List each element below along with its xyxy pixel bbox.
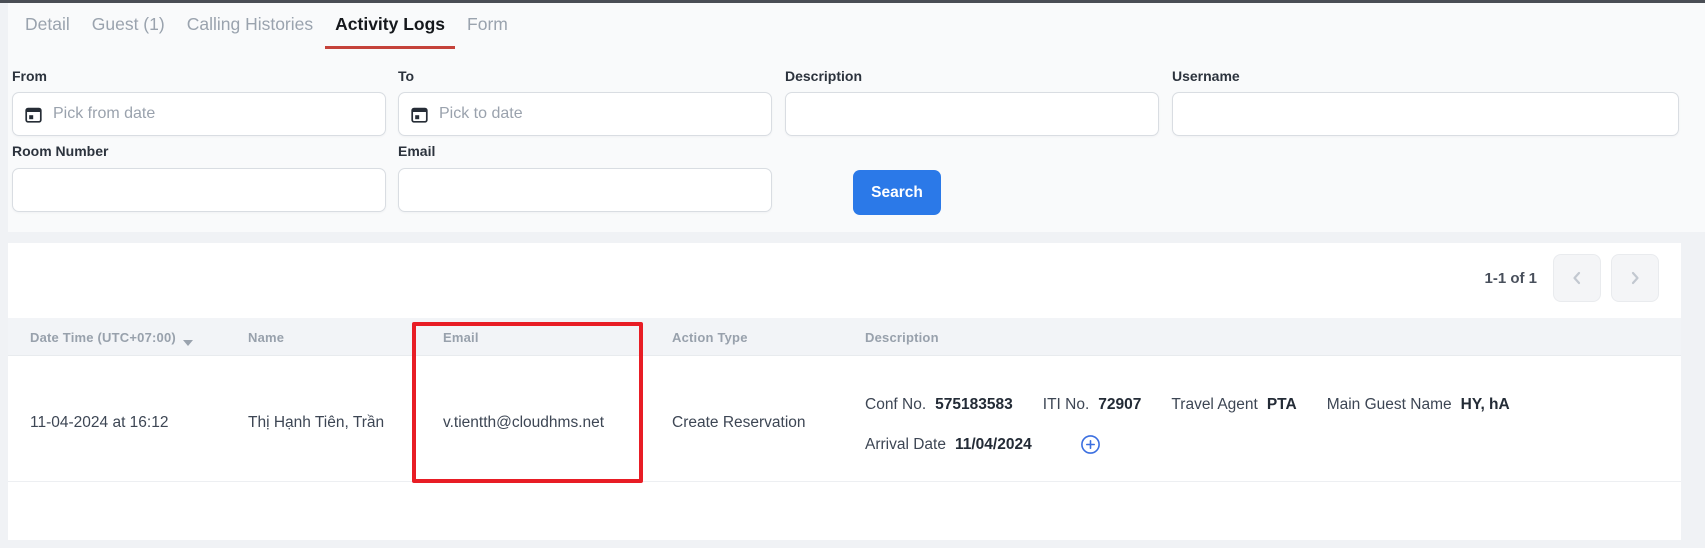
description-field [785, 92, 1159, 136]
room-number-input[interactable] [25, 180, 373, 200]
tab-bar: Detail Guest (1) Calling Histories Activ… [15, 14, 518, 49]
tab-activity-logs[interactable]: Activity Logs [325, 14, 455, 49]
main-guest-name-label: Main Guest Name [1327, 396, 1452, 414]
expand-row-button[interactable] [1080, 434, 1101, 455]
description-field-main-guest-name: Main Guest Name HY, hA [1327, 396, 1510, 414]
pagination-prev-button[interactable] [1553, 254, 1601, 302]
tab-calling-histories[interactable]: Calling Histories [177, 14, 323, 49]
username-label: Username [1172, 68, 1240, 84]
column-header-datetime-label: Date Time (UTC+07:00) [30, 330, 176, 345]
column-header-description: Description [865, 330, 939, 345]
to-label: To [398, 68, 414, 84]
row-cell-name: Thị Hạnh Tiên, Trần [248, 414, 384, 432]
tab-guest[interactable]: Guest (1) [82, 14, 175, 49]
travel-agent-label: Travel Agent [1171, 396, 1257, 414]
calendar-icon [25, 106, 42, 123]
row-cell-description-line2: Arrival Date 11/04/2024 [865, 434, 1101, 455]
arrival-date-label: Arrival Date [865, 436, 946, 454]
row-divider [8, 481, 1681, 482]
tab-detail[interactable]: Detail [15, 14, 80, 49]
column-header-email: Email [443, 330, 479, 345]
description-field-travel-agent: Travel Agent PTA [1171, 396, 1296, 414]
row-cell-datetime: 11-04-2024 at 16:12 [30, 414, 168, 432]
description-field-iti-no: ITI No. 72907 [1043, 396, 1142, 414]
activity-logs-page: Detail Guest (1) Calling Histories Activ… [0, 0, 1705, 548]
from-date-input[interactable] [51, 104, 373, 124]
results-card-background [8, 243, 1681, 540]
room-number-field [12, 168, 386, 212]
chevron-left-icon [1569, 270, 1585, 286]
row-cell-email: v.tientth@cloudhms.net [443, 414, 604, 432]
conf-no-label: Conf No. [865, 396, 926, 414]
room-number-label: Room Number [12, 143, 108, 159]
chevron-right-icon [1627, 270, 1643, 286]
column-header-datetime[interactable]: Date Time (UTC+07:00) [30, 330, 193, 345]
tab-form[interactable]: Form [457, 14, 518, 49]
search-button[interactable]: Search [853, 170, 941, 215]
travel-agent-value: PTA [1267, 396, 1297, 414]
iti-no-label: ITI No. [1043, 396, 1090, 414]
from-label: From [12, 68, 47, 84]
description-field-arrival-date: Arrival Date 11/04/2024 [865, 436, 1032, 454]
username-input[interactable] [1185, 104, 1666, 124]
conf-no-value: 575183583 [935, 396, 1013, 414]
to-date-input[interactable] [437, 104, 759, 124]
to-date-field [398, 92, 772, 136]
username-field [1172, 92, 1679, 136]
description-label: Description [785, 68, 862, 84]
calendar-icon [411, 106, 428, 123]
pagination-range-text: 1-1 of 1 [1390, 270, 1537, 287]
main-guest-name-value: HY, hA [1461, 396, 1510, 414]
from-date-field [12, 92, 386, 136]
column-header-name: Name [248, 330, 284, 345]
email-input[interactable] [411, 180, 759, 200]
plus-circle-icon [1080, 434, 1101, 455]
email-field [398, 168, 772, 212]
iti-no-value: 72907 [1098, 396, 1141, 414]
row-cell-action-type: Create Reservation [672, 414, 806, 432]
column-header-action-type: Action Type [672, 330, 748, 345]
description-field-conf-no: Conf No. 575183583 [865, 396, 1013, 414]
description-input[interactable] [798, 104, 1146, 124]
arrival-date-value: 11/04/2024 [955, 436, 1032, 454]
row-cell-description-line1: Conf No. 575183583 ITI No. 72907 Travel … [865, 396, 1510, 414]
sort-descending-caret-icon [183, 340, 193, 346]
email-label: Email [398, 143, 435, 159]
pagination-next-button[interactable] [1611, 254, 1659, 302]
